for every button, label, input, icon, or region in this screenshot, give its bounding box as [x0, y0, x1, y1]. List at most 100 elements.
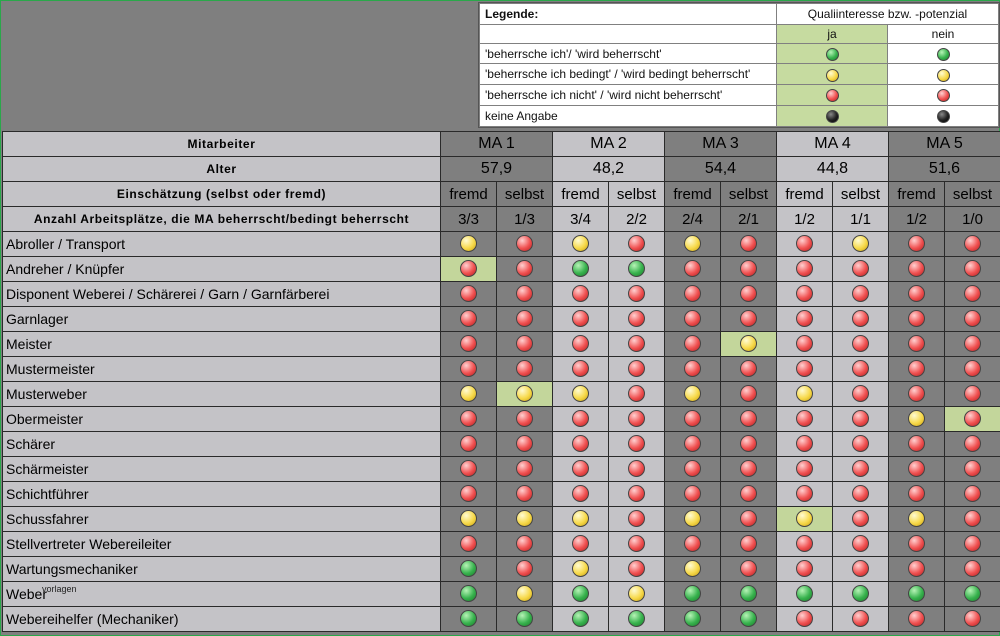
rating-cell — [608, 506, 665, 532]
status-red-icon — [628, 510, 645, 528]
rating-cell — [776, 406, 833, 432]
rating-cell — [888, 231, 945, 257]
rating-cell — [552, 281, 609, 307]
rating-cell — [608, 531, 665, 557]
assessment-selbst: selbst — [832, 181, 889, 207]
legend-nein-cell — [887, 63, 999, 86]
rating-cell — [888, 281, 945, 307]
status-red-icon — [852, 285, 869, 303]
status-red-icon — [516, 310, 533, 328]
rating-cell — [608, 581, 665, 607]
legend-row: keine Angabe — [479, 105, 999, 127]
rating-cell — [608, 606, 665, 632]
workplace-label: Obermeister — [2, 406, 441, 432]
status-yellow-icon — [908, 510, 925, 528]
count-selbst: 1/0 — [944, 206, 1000, 232]
workplace-label: Wartungsmechaniker — [2, 556, 441, 582]
rating-cell — [720, 256, 777, 282]
rating-cell — [888, 331, 945, 357]
rating-cell — [552, 581, 609, 607]
legend-nein-cell — [887, 42, 999, 65]
workplace-label: Stellvertreter Webereileiter — [2, 531, 441, 557]
status-yellow-icon — [628, 585, 645, 603]
status-red-icon — [796, 435, 813, 453]
workplace-label: Webereihelfer (Mechaniker) — [2, 606, 441, 632]
status-red-icon — [964, 410, 981, 428]
status-red-icon — [740, 260, 757, 278]
status-yellow-icon — [516, 510, 533, 528]
rating-cell — [608, 231, 665, 257]
rating-cell — [832, 281, 889, 307]
assessment-selbst: selbst — [944, 181, 1000, 207]
rating-cell — [608, 331, 665, 357]
rating-cell — [608, 306, 665, 332]
status-red-icon — [628, 460, 645, 478]
status-red-icon — [740, 385, 757, 403]
table-row: Weber — [2, 581, 1000, 607]
rating-cell — [832, 556, 889, 582]
status-red-icon — [796, 360, 813, 378]
rating-cell — [552, 506, 609, 532]
rating-cell — [720, 531, 777, 557]
rating-cell — [776, 431, 833, 457]
workplace-label: Disponent Weberei / Schärerei / Garn / G… — [2, 281, 441, 307]
status-red-icon — [628, 235, 645, 253]
status-red-icon — [796, 410, 813, 428]
workplace-label: Andreher / Knüpfer — [2, 256, 441, 282]
rating-cell — [552, 456, 609, 482]
mitarbeiter-label: Mitarbeiter — [2, 131, 441, 157]
status-red-icon — [740, 310, 757, 328]
rating-cell — [776, 331, 833, 357]
rating-cell — [888, 531, 945, 557]
rating-cell — [888, 481, 945, 507]
status-green-icon — [936, 47, 950, 61]
rating-cell — [664, 306, 721, 332]
rating-cell — [944, 556, 1000, 582]
status-red-icon — [908, 285, 925, 303]
status-red-icon — [460, 410, 477, 428]
rating-cell — [832, 406, 889, 432]
status-red-icon — [796, 285, 813, 303]
legend-row-label: keine Angabe — [479, 105, 777, 127]
status-yellow-icon — [460, 385, 477, 403]
status-red-icon — [684, 310, 701, 328]
rating-cell — [944, 606, 1000, 632]
status-red-icon — [908, 235, 925, 253]
rating-cell — [888, 406, 945, 432]
status-yellow-icon — [796, 385, 813, 403]
watermark: vorlagen — [42, 584, 77, 594]
status-red-icon — [628, 310, 645, 328]
rating-cell — [888, 306, 945, 332]
rating-cell — [552, 406, 609, 432]
rating-cell — [944, 306, 1000, 332]
rating-cell — [720, 381, 777, 407]
status-red-icon — [516, 235, 533, 253]
status-red-icon — [572, 360, 589, 378]
rating-cell — [440, 406, 497, 432]
status-red-icon — [796, 485, 813, 503]
status-red-icon — [852, 335, 869, 353]
status-yellow-icon — [684, 235, 701, 253]
status-red-icon — [740, 485, 757, 503]
status-red-icon — [628, 385, 645, 403]
table-row: Schichtführer — [2, 481, 1000, 507]
rating-cell — [720, 581, 777, 607]
rating-cell — [552, 231, 609, 257]
status-green-icon — [460, 560, 477, 578]
rating-cell — [608, 356, 665, 382]
rating-cell — [832, 531, 889, 557]
status-yellow-icon — [516, 385, 533, 403]
legend-nein-cell — [887, 105, 999, 127]
rating-cell — [888, 581, 945, 607]
workplace-label: Abroller / Transport — [2, 231, 441, 257]
rating-cell — [440, 306, 497, 332]
rating-cell — [496, 331, 553, 357]
table-row: Schärmeister — [2, 456, 1000, 482]
rating-cell — [776, 506, 833, 532]
status-red-icon — [964, 235, 981, 253]
status-red-icon — [628, 335, 645, 353]
employee-name: MA 5 — [888, 131, 1000, 157]
rating-cell — [888, 456, 945, 482]
count-selbst: 1/1 — [832, 206, 889, 232]
rating-cell — [776, 281, 833, 307]
